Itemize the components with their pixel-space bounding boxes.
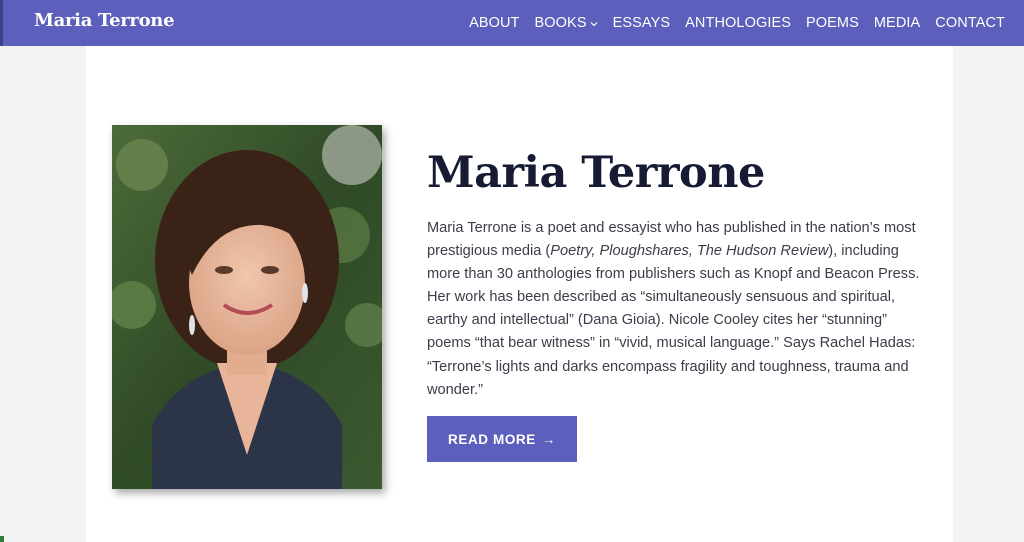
nav-contact[interactable]: CONTACT: [935, 15, 1005, 31]
nav-poems[interactable]: POEMS: [806, 15, 859, 31]
nav-books[interactable]: BOOKS: [535, 15, 598, 31]
nav-media[interactable]: MEDIA: [874, 15, 920, 31]
nav-anthologies[interactable]: ANTHOLOGIES: [685, 15, 791, 31]
chevron-down-icon: [590, 19, 598, 30]
nav-about[interactable]: ABOUT: [469, 15, 519, 31]
site-title[interactable]: Maria Terrone: [34, 10, 175, 31]
author-bio: Maria Terrone is a poet and essayist who…: [427, 217, 927, 402]
read-more-button[interactable]: READ MORE →: [427, 416, 577, 462]
nav-books-label: BOOKS: [534, 15, 587, 31]
nav-essays[interactable]: ESSAYS: [613, 15, 671, 31]
bio-publications: Poetry, Ploughshares, The Hudson Review: [550, 243, 829, 260]
site-header: Maria Terrone ABOUT BOOKS ESSAYS ANTHOLO…: [0, 0, 1024, 46]
page-heading: Maria Terrone: [427, 148, 765, 198]
main-nav: ABOUT BOOKS ESSAYS ANTHOLOGIES POEMS MED…: [469, 0, 1005, 46]
read-more-label: READ MORE: [447, 431, 536, 447]
bio-text-end: ), including more than 30 anthologies fr…: [427, 243, 920, 398]
edge-marker: [0, 536, 4, 542]
arrow-right-icon: →: [541, 431, 556, 447]
author-photo: [112, 125, 382, 489]
